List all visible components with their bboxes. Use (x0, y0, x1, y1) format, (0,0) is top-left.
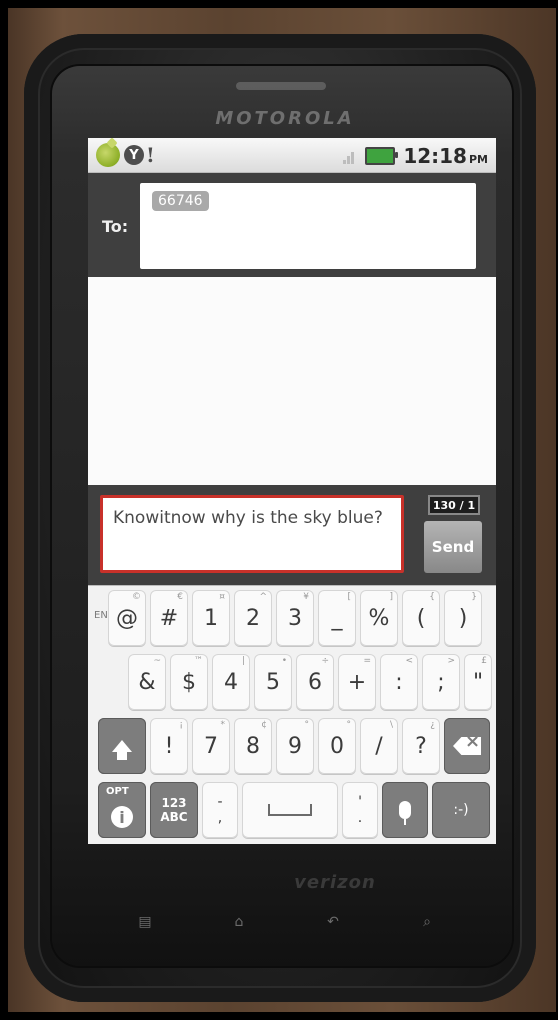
key[interactable]: ? ¿ (402, 718, 440, 774)
key[interactable]: 6 ÷ (296, 654, 334, 710)
key[interactable]: 0 ° (318, 718, 356, 774)
key[interactable]: / \ (360, 718, 398, 774)
key[interactable]: 9 ° (276, 718, 314, 774)
back-icon[interactable]: ↶ (318, 910, 348, 934)
key[interactable]: : < (380, 654, 418, 710)
status-indicators: 12:18 PM (343, 144, 488, 168)
clock-time: 12:18 (403, 144, 467, 168)
keyboard-row-1: EN @ © # € 1 ¤ 2 ^ 3 ¥ _[%] ({)} (88, 590, 496, 652)
status-bar: Y ! 12:18 PM (88, 138, 496, 173)
key[interactable]: # € (150, 590, 188, 646)
key[interactable]: 7 * (192, 718, 230, 774)
battery-icon (365, 147, 399, 165)
char-counter: 130 / 1 (428, 495, 480, 515)
key[interactable]: $ ™ (170, 654, 208, 710)
keyboard: EN @ © # € 1 ¤ 2 ^ 3 ¥ _[%] ({)} & … (88, 585, 496, 844)
opt-key[interactable]: OPT i (98, 782, 146, 838)
key[interactable]: 2 ^ (234, 590, 272, 646)
signal-icon (343, 148, 357, 164)
key[interactable]: 5 • (254, 654, 292, 710)
brand-logo: MOTOROLA (215, 108, 355, 129)
android-cat-icon (96, 143, 120, 167)
recipient-field[interactable]: 66746 (140, 183, 476, 269)
earpiece-speaker (236, 82, 326, 90)
backspace-icon (453, 737, 481, 755)
key[interactable]: " £ (464, 654, 492, 710)
menu-icon[interactable]: ▤ (130, 910, 160, 934)
search-icon[interactable]: ⌕ (412, 910, 442, 934)
key[interactable]: 3 ¥ (276, 590, 314, 646)
shift-icon (112, 740, 132, 760)
key[interactable]: + = (338, 654, 376, 710)
recipient-chip[interactable]: 66746 (152, 191, 209, 211)
key[interactable]: & ~ (128, 654, 166, 710)
clock-ampm: PM (468, 153, 488, 166)
key[interactable]: @ © (108, 590, 146, 646)
recipient-header: To: 66746 (88, 173, 496, 275)
yahoo-exclaim-icon: ! (146, 143, 155, 167)
key[interactable]: ! ¡ (150, 718, 188, 774)
key[interactable]: %] (360, 590, 398, 646)
key[interactable]: 8 ¢ (234, 718, 272, 774)
space-key[interactable] (242, 782, 338, 838)
info-icon: i (111, 806, 133, 828)
key[interactable]: 4 | (212, 654, 250, 710)
key[interactable]: )} (444, 590, 482, 646)
to-label: To: (102, 217, 129, 236)
send-button[interactable]: Send (424, 521, 482, 573)
space-icon (268, 804, 312, 816)
hardware-nav-bar: ▤ ⌂ ↶ ⌕ (120, 910, 470, 934)
key[interactable]: ({ (402, 590, 440, 646)
symbols-toggle-key[interactable]: 123 ABC (150, 782, 198, 838)
period-key[interactable]: ' . (342, 782, 378, 838)
message-input[interactable]: Knowitnow why is the sky blue? (100, 495, 404, 573)
language-label: EN (94, 610, 108, 621)
keyboard-row-2: & ~ $ ™ 4 | 5 • 6 ÷ + = : < ; > " £ (88, 654, 496, 716)
voice-input-key[interactable] (382, 782, 428, 838)
key[interactable]: _[ (318, 590, 356, 646)
screen: Y ! 12:18 PM To: 66746 Knowitnow why is … (88, 138, 496, 844)
conversation-area[interactable] (88, 275, 496, 487)
comma-key[interactable]: - , (202, 782, 238, 838)
compose-bar: Knowitnow why is the sky blue? 130 / 1 S… (88, 485, 496, 585)
home-icon[interactable]: ⌂ (224, 910, 254, 934)
emoji-key[interactable]: :-) (432, 782, 490, 838)
carrier-logo: verizon (294, 872, 376, 893)
keyboard-row-4: OPT i 123 ABC - , ' .:-) (88, 782, 496, 844)
photo-frame: MOTOROLA Y ! 12:18 PM To: 66746 Knowitno… (0, 0, 558, 1020)
shift-key[interactable] (98, 718, 146, 774)
key[interactable]: 1 ¤ (192, 590, 230, 646)
delete-key[interactable] (444, 718, 490, 774)
yahoo-icon: Y (124, 145, 144, 165)
notification-area[interactable]: Y ! (96, 143, 155, 167)
key[interactable]: ; > (422, 654, 460, 710)
microphone-icon (399, 801, 411, 825)
clock: 12:18 PM (403, 144, 488, 168)
keyboard-row-3: ! ¡ 7 * 8 ¢ 9 ° 0 ° / \ ? ¿ (88, 718, 496, 780)
